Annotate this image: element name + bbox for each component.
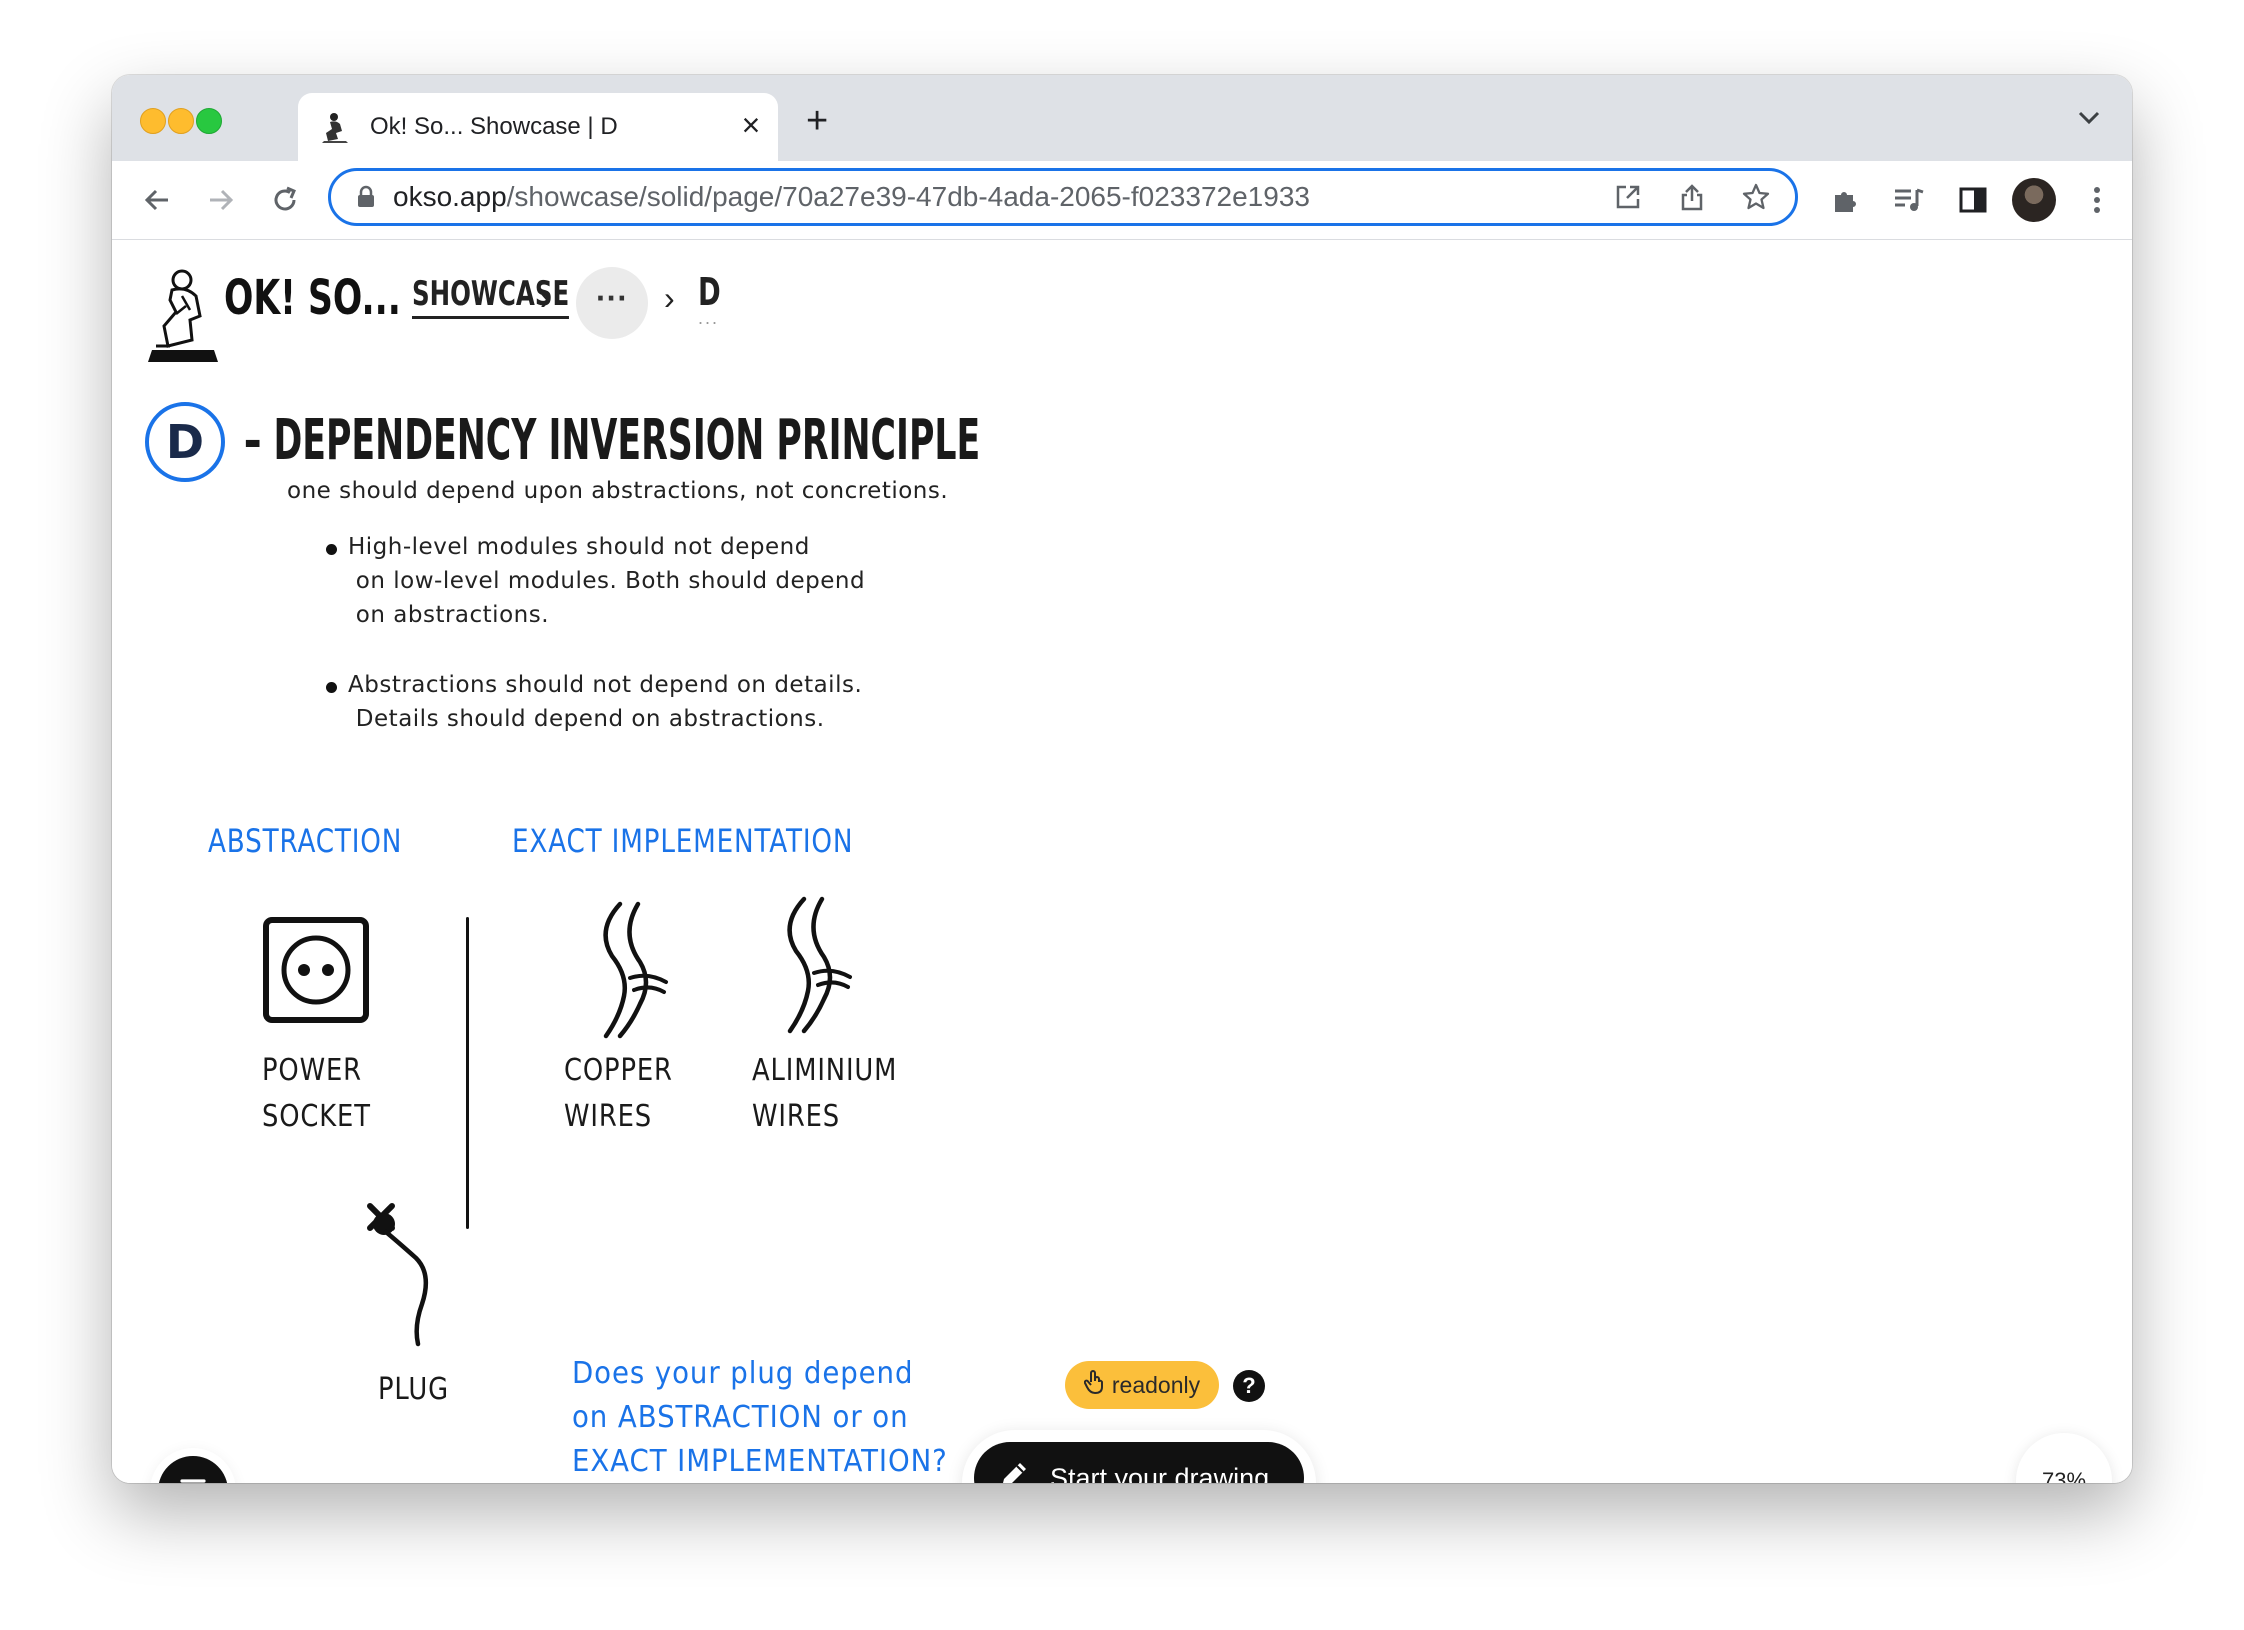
tab-active[interactable]: Ok! So... Showcase | D × xyxy=(298,93,778,161)
breadcrumb-more-button[interactable]: ··· xyxy=(576,267,648,339)
browser-menu-kebab-icon[interactable] xyxy=(2078,181,2116,219)
readonly-label: readonly xyxy=(1111,1371,1201,1398)
url-host: okso.app xyxy=(393,181,507,212)
main-menu-button[interactable] xyxy=(158,1456,228,1483)
hand-pointer-icon xyxy=(1083,1370,1104,1400)
copper-wires-label: COPPER WIRES xyxy=(564,1053,673,1134)
pencil-icon xyxy=(998,1459,1030,1483)
power-socket-icon xyxy=(262,916,370,1029)
breadcrumb-chevron-icon: › xyxy=(664,280,675,316)
url-text[interactable]: okso.app/showcase/solid/page/70a27e39-47… xyxy=(393,181,1310,213)
breadcrumb-current-hint: ... xyxy=(698,308,720,328)
implementation-label: EXACT IMPLEMENTATION xyxy=(512,822,854,860)
forward-arrow-icon[interactable] xyxy=(202,181,240,219)
tab-strip: Ok! So... Showcase | D × + xyxy=(112,75,2132,161)
bullet-dot xyxy=(326,544,337,555)
plug-icon xyxy=(362,1202,452,1357)
principle-bullet-1: High-level modules should not depend on … xyxy=(348,534,866,628)
profile-avatar[interactable] xyxy=(2012,178,2056,222)
aluminium-wires-label: ALIMINIUM WIRES xyxy=(752,1053,898,1134)
copper-wires-icon xyxy=(590,900,690,1045)
back-arrow-icon[interactable] xyxy=(138,181,176,219)
hamburger-menu-icon xyxy=(180,1478,206,1484)
tab-search-chevron-icon[interactable] xyxy=(2078,111,2100,130)
browser-toolbar: okso.app/showcase/solid/page/70a27e39-47… xyxy=(112,161,2132,240)
diagram-question: Does your plug depend on ABSTRACTION or … xyxy=(572,1356,948,1479)
new-tab-icon[interactable]: + xyxy=(806,101,828,141)
principle-title: – DEPENDENCY INVERSION PRINCIPLE xyxy=(244,408,981,473)
breadcrumb-chevron-icon: › xyxy=(540,280,551,316)
media-queue-icon[interactable] xyxy=(1890,181,1928,219)
start-drawing-button[interactable]: Start your drawing xyxy=(974,1442,1304,1483)
principle-bullet-2: Abstractions should not depend on detail… xyxy=(348,672,863,732)
abstraction-label: ABSTRACTION xyxy=(208,822,403,860)
zoom-level-button[interactable]: 73% xyxy=(2016,1433,2112,1483)
diagram-divider xyxy=(466,917,469,1229)
page-content: OK! SO... SHOWCASE › ··· › D ... D – DEP… xyxy=(112,240,2132,1483)
lock-icon[interactable] xyxy=(349,180,383,214)
aluminium-wires-icon xyxy=(774,895,874,1040)
minimize-traffic-light[interactable] xyxy=(140,108,166,134)
minimize-traffic-light-2[interactable] xyxy=(168,108,194,134)
thinker-logo-icon[interactable] xyxy=(146,266,220,371)
thinker-favicon-icon xyxy=(322,111,350,148)
start-drawing-label: Start your drawing xyxy=(1050,1462,1270,1484)
app-logo-text[interactable]: OK! SO... xyxy=(224,270,401,326)
plug-label: PLUG xyxy=(378,1372,449,1407)
open-in-app-icon[interactable] xyxy=(1611,180,1645,214)
bookmark-star-icon[interactable] xyxy=(1739,180,1773,214)
reload-icon[interactable] xyxy=(266,181,304,219)
side-panel-icon[interactable] xyxy=(1954,181,1992,219)
tab-close-icon[interactable]: × xyxy=(735,107,767,143)
address-bar[interactable]: okso.app/showcase/solid/page/70a27e39-47… xyxy=(328,168,1798,226)
readonly-badge[interactable]: readonly xyxy=(1065,1361,1219,1409)
power-socket-label: POWER SOCKET xyxy=(262,1053,371,1134)
url-path: /showcase/solid/page/70a27e39-47db-4ada-… xyxy=(506,181,1310,212)
principle-letter-badge: D xyxy=(145,402,225,482)
help-button[interactable]: ? xyxy=(1233,1370,1265,1402)
zoom-traffic-light[interactable] xyxy=(196,108,222,134)
principle-subtitle: one should depend upon abstractions, not… xyxy=(287,478,949,504)
tab-title: Ok! So... Showcase | D xyxy=(370,113,618,140)
cta-container: Start your drawing xyxy=(962,1430,1316,1483)
extensions-puzzle-icon[interactable] xyxy=(1826,181,1864,219)
share-icon[interactable] xyxy=(1675,180,1709,214)
bullet-dot xyxy=(326,682,337,693)
browser-window: Ok! So... Showcase | D × + okso.app/show… xyxy=(112,75,2132,1483)
